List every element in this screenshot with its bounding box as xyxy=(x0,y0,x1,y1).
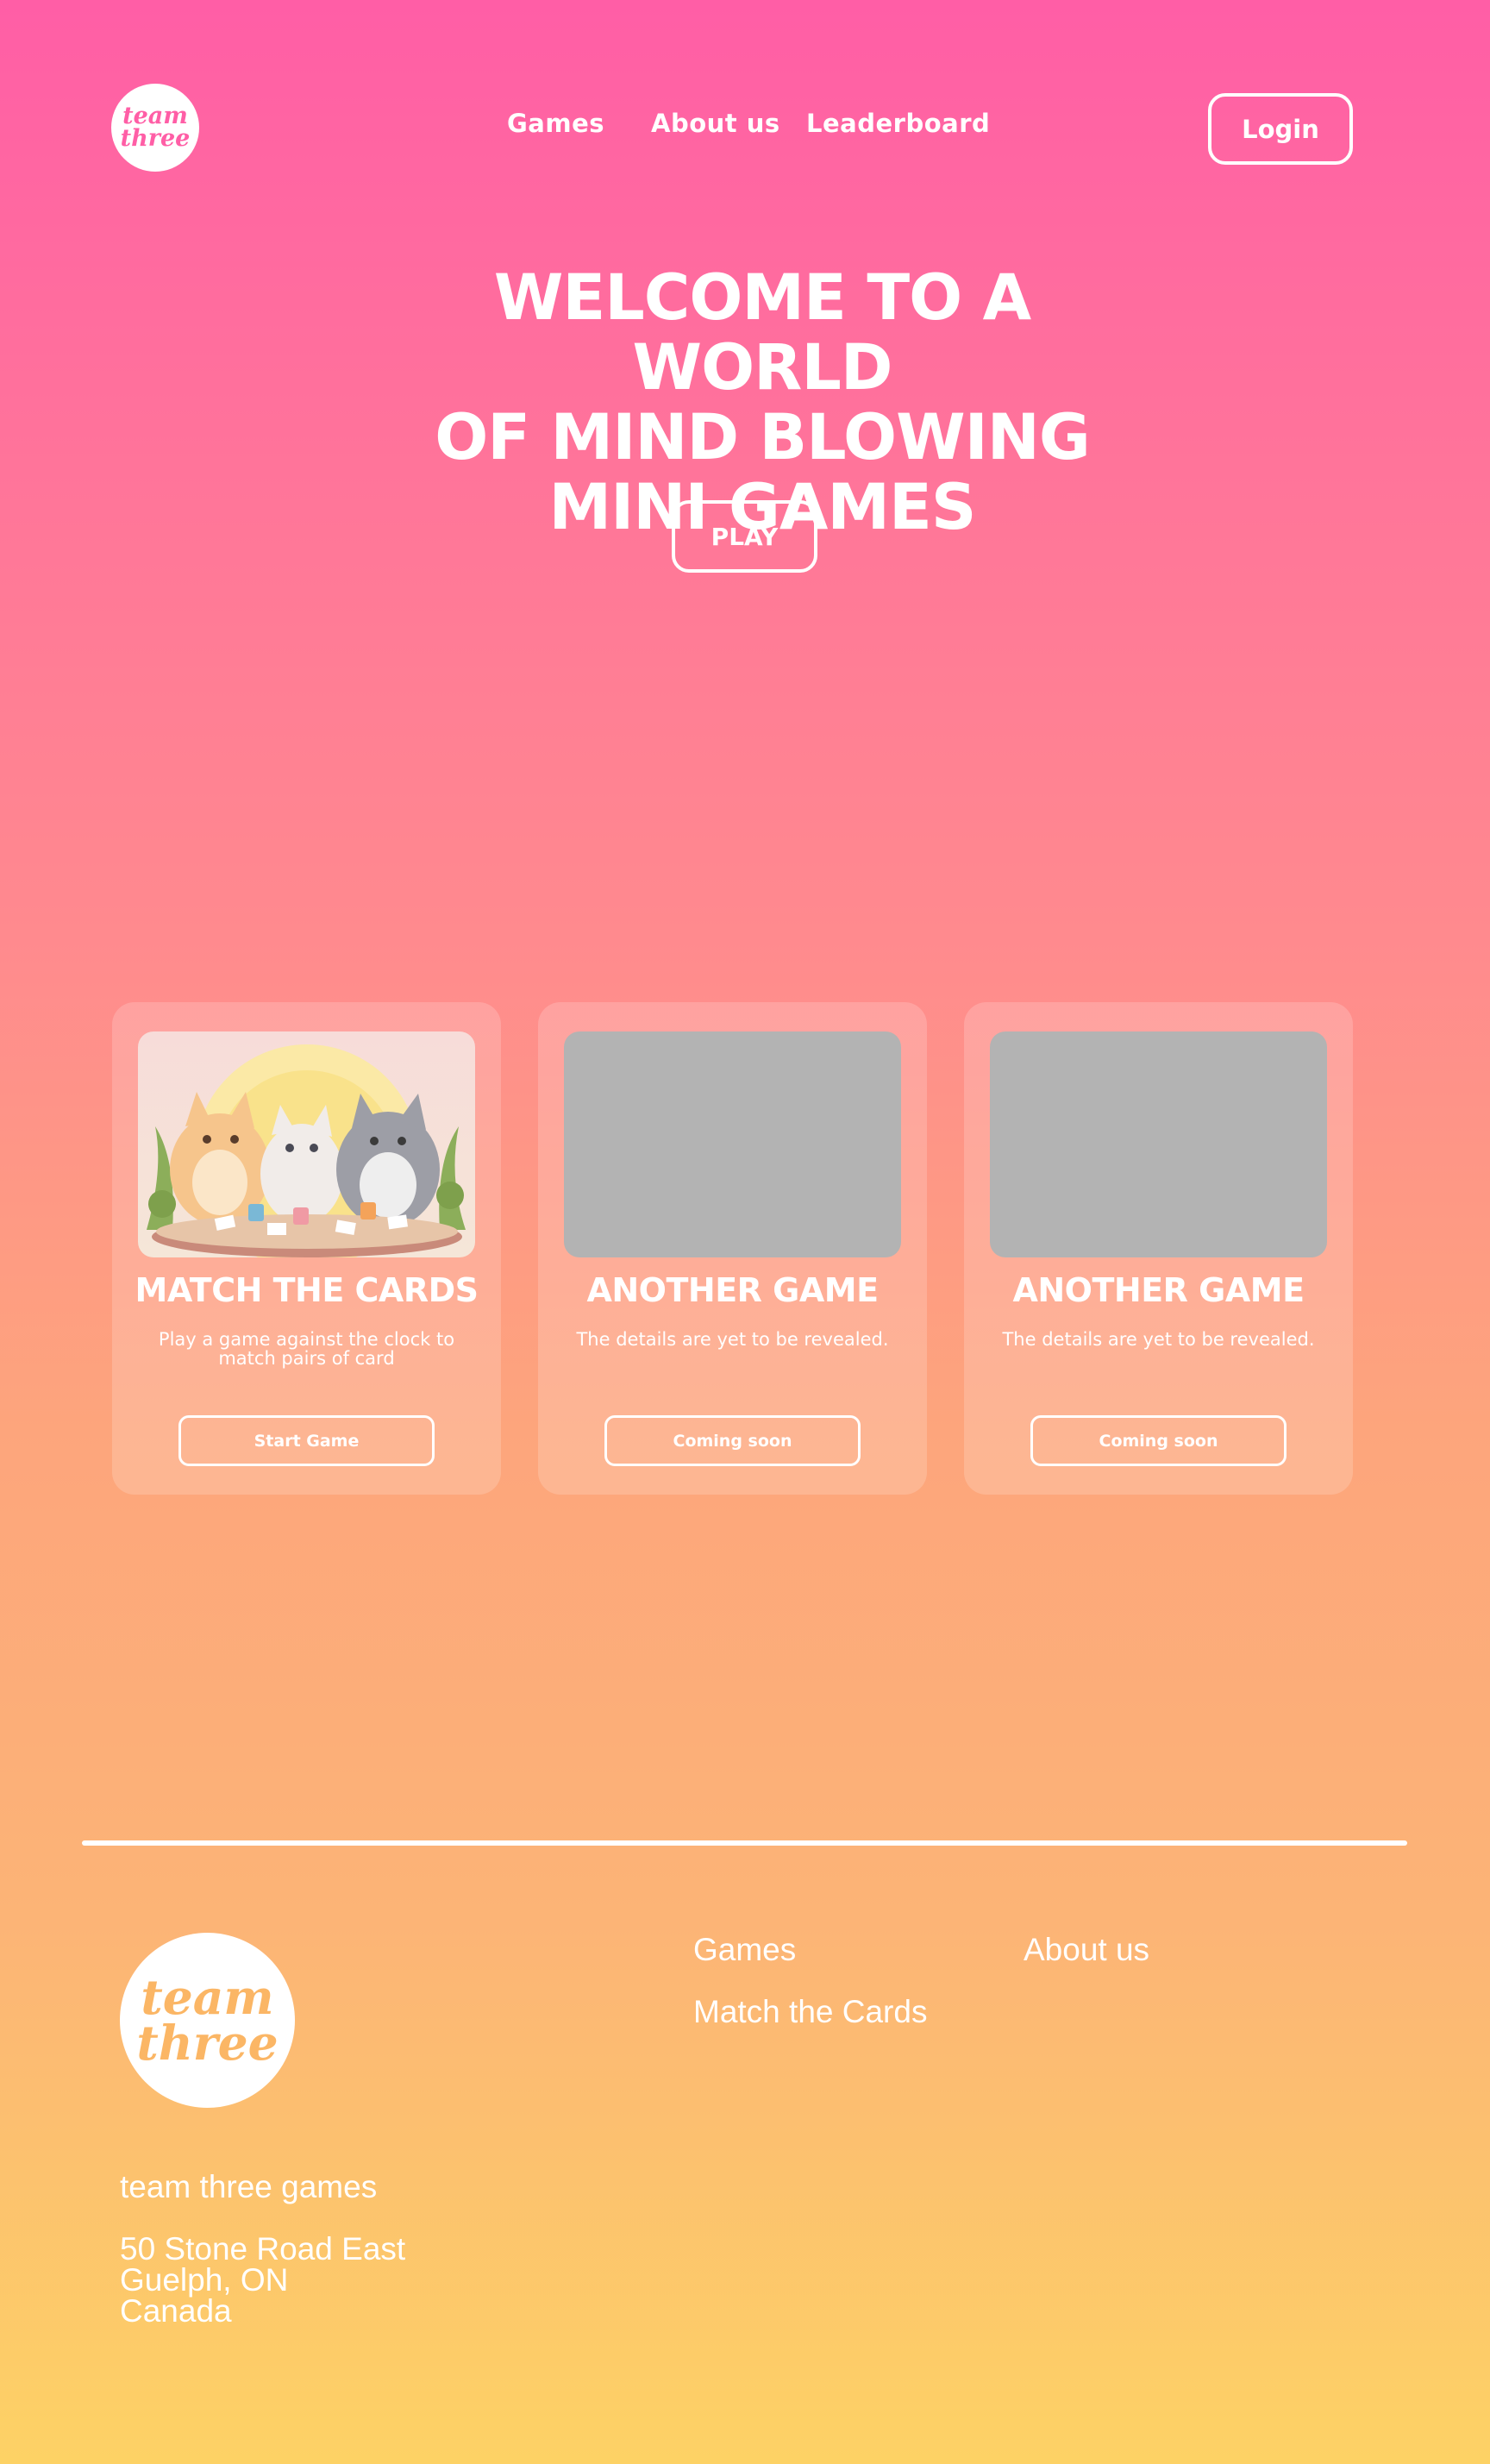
cats-playing-cards-image xyxy=(138,1031,475,1257)
footer-logo[interactable]: team three xyxy=(120,1933,295,2108)
card-title: ANOTHER GAME xyxy=(1012,1271,1305,1309)
card-description: The details are yet to be revealed. xyxy=(1002,1329,1315,1350)
game-image-placeholder xyxy=(990,1031,1327,1257)
hero-title-line-1: WELCOME TO A WORLD xyxy=(493,261,1031,404)
footer-divider xyxy=(82,1840,1407,1846)
nav-about-us[interactable]: About us xyxy=(651,109,780,138)
cats-illustration xyxy=(147,1044,466,1257)
company-name: team three games xyxy=(120,2169,378,2204)
address: 50 Stone Road East Guelph, ON Canada xyxy=(120,2231,406,2329)
nav-games[interactable]: Games xyxy=(507,109,604,138)
nav-leaderboard[interactable]: Leaderboard xyxy=(806,109,990,138)
login-button[interactable]: Login xyxy=(1208,93,1353,165)
footer-link-games[interactable]: Games xyxy=(693,1932,796,1968)
card-title: MATCH THE CARDS xyxy=(135,1271,479,1309)
card-description: The details are yet to be revealed. xyxy=(576,1329,889,1350)
start-game-button[interactable]: Start Game xyxy=(178,1415,435,1466)
logo-text: team three xyxy=(136,1969,279,2071)
logo-text: team three xyxy=(120,105,191,152)
footer-link-about-us[interactable]: About us xyxy=(1024,1932,1149,1968)
card-title: ANOTHER GAME xyxy=(586,1271,879,1309)
logo-line-2: three xyxy=(136,2014,279,2071)
logo-line-1: team xyxy=(141,1969,274,2026)
address-line-3: Canada xyxy=(120,2293,232,2329)
coming-soon-button[interactable]: Coming soon xyxy=(604,1415,861,1466)
footer-link-match-the-cards[interactable]: Match the Cards xyxy=(693,1994,927,2030)
game-card-another-game-1: ANOTHER GAME The details are yet to be r… xyxy=(538,1002,927,1495)
coming-soon-button[interactable]: Coming soon xyxy=(1030,1415,1287,1466)
game-card-another-game-2: ANOTHER GAME The details are yet to be r… xyxy=(964,1002,1353,1495)
game-image-placeholder xyxy=(564,1031,901,1257)
card-description: Play a game against the clock to match p… xyxy=(158,1329,455,1369)
address-line-1: 50 Stone Road East xyxy=(120,2231,406,2267)
hero-title-line-2: OF MIND BLOWING xyxy=(435,401,1091,474)
logo-line-2: three xyxy=(120,125,191,152)
game-card-match-the-cards: MATCH THE CARDS Play a game against the … xyxy=(112,1002,501,1495)
address-line-2: Guelph, ON xyxy=(120,2262,289,2298)
play-button[interactable]: PLAY xyxy=(672,500,817,573)
logo[interactable]: team three xyxy=(111,84,199,172)
